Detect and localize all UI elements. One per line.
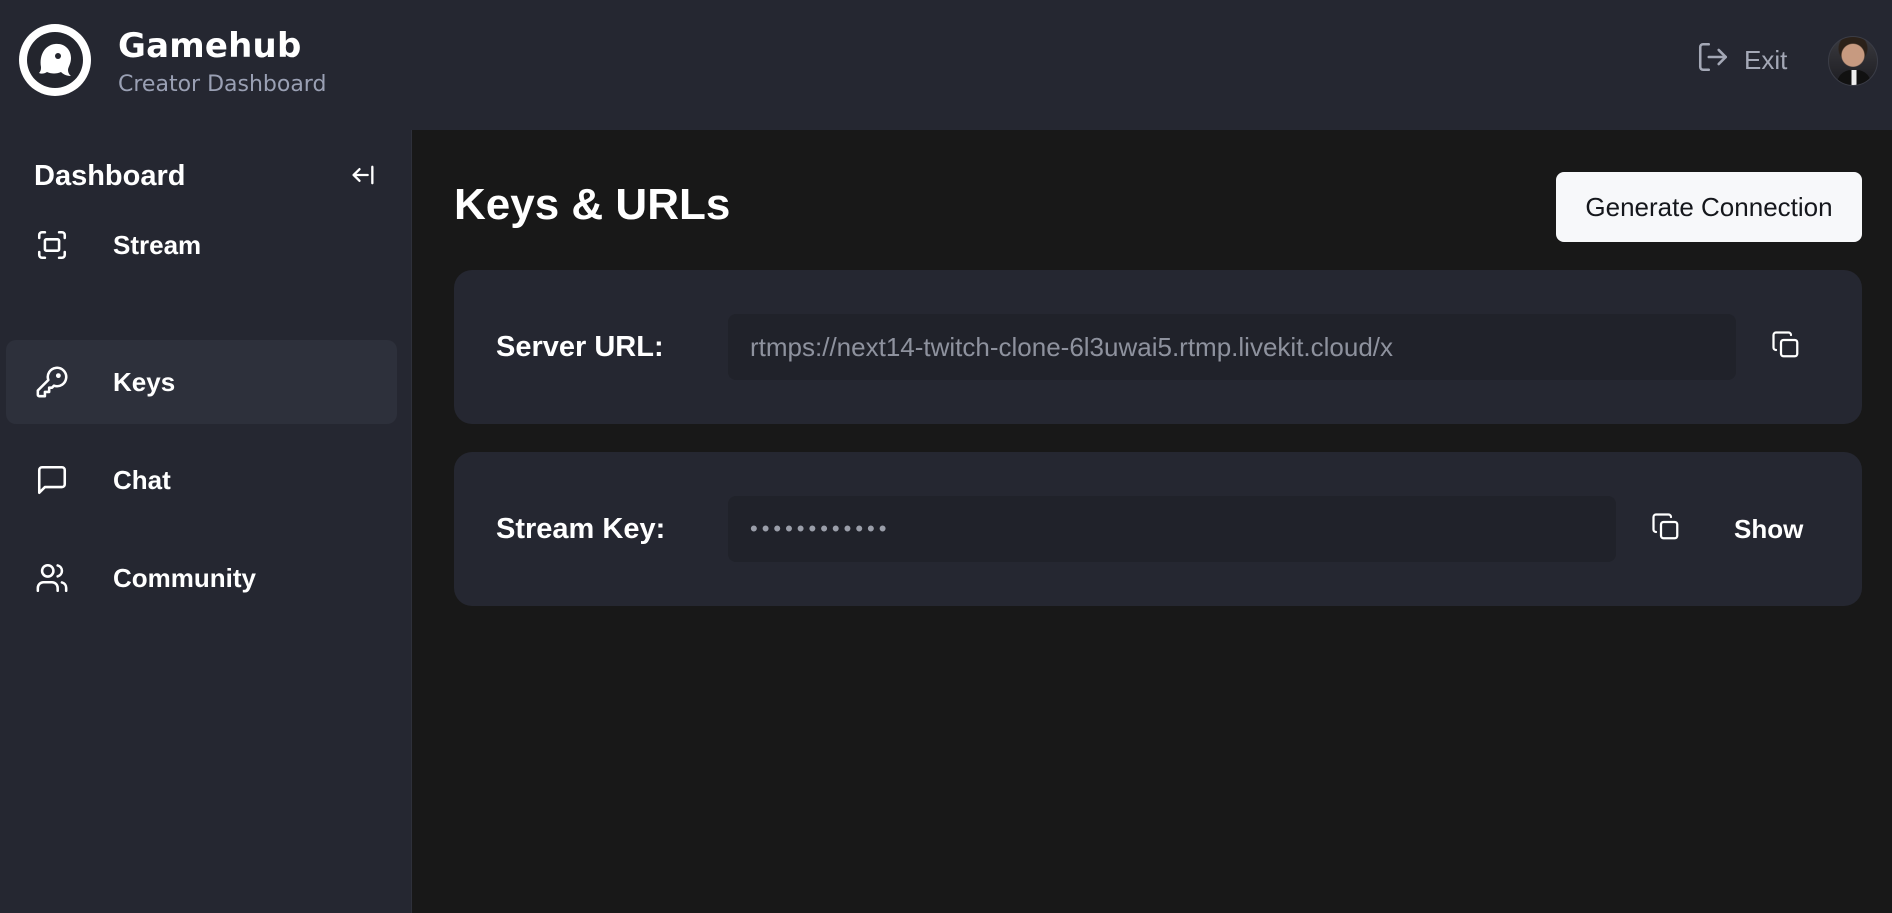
- avatar[interactable]: [1828, 36, 1878, 86]
- sidebar-item-stream[interactable]: Stream: [6, 203, 397, 287]
- sidebar-item-keys[interactable]: Keys: [6, 340, 397, 424]
- sidebar-item-label: Community: [113, 562, 256, 593]
- server-url-card: Server URL:: [454, 270, 1862, 424]
- sidebar-item-label: Stream: [113, 229, 202, 260]
- page-title: Keys & URLs: [454, 180, 731, 229]
- collapse-sidebar-button[interactable]: [346, 160, 380, 194]
- arrow-left-to-line-icon: [349, 161, 377, 194]
- stream-key-label: Stream Key:: [496, 512, 666, 545]
- sidebar-item-chat[interactable]: Chat: [6, 438, 397, 522]
- sidebar-title: Dashboard: [34, 160, 186, 192]
- copy-stream-key-button[interactable]: [1648, 511, 1684, 547]
- sidebar: Dashboard Stream Keys Chat Community: [0, 130, 412, 913]
- users-icon: [34, 560, 70, 596]
- copy-icon: [1651, 512, 1681, 547]
- exit-label: Exit: [1744, 44, 1788, 75]
- fullscreen-icon: [34, 227, 70, 263]
- top-header: Gamehub Creator Dashboard Exit: [0, 0, 1892, 130]
- brand-subtitle: Creator Dashboard: [118, 72, 327, 97]
- stream-key-card: Stream Key: •••••••••••• Show: [454, 452, 1862, 606]
- brand-title: Gamehub: [118, 26, 302, 66]
- stream-key-masked-value: ••••••••••••: [750, 516, 891, 541]
- stream-key-input[interactable]: ••••••••••••: [728, 496, 1616, 562]
- server-url-label: Server URL:: [496, 330, 664, 363]
- generate-connection-button[interactable]: Generate Connection: [1556, 172, 1862, 242]
- sidebar-item-label: Chat: [113, 464, 171, 495]
- exit-button[interactable]: Exit: [1696, 40, 1787, 80]
- copy-icon: [1771, 330, 1801, 365]
- show-stream-key-button[interactable]: Show: [1734, 504, 1803, 554]
- log-out-icon: [1696, 40, 1730, 81]
- sidebar-item-label: Keys: [113, 366, 176, 397]
- sidebar-item-community[interactable]: Community: [6, 536, 397, 620]
- message-square-icon: [34, 462, 70, 498]
- key-icon: [34, 364, 70, 400]
- ghost-logo-icon[interactable]: [19, 24, 91, 96]
- server-url-input[interactable]: [728, 314, 1736, 380]
- copy-server-url-button[interactable]: [1768, 329, 1804, 365]
